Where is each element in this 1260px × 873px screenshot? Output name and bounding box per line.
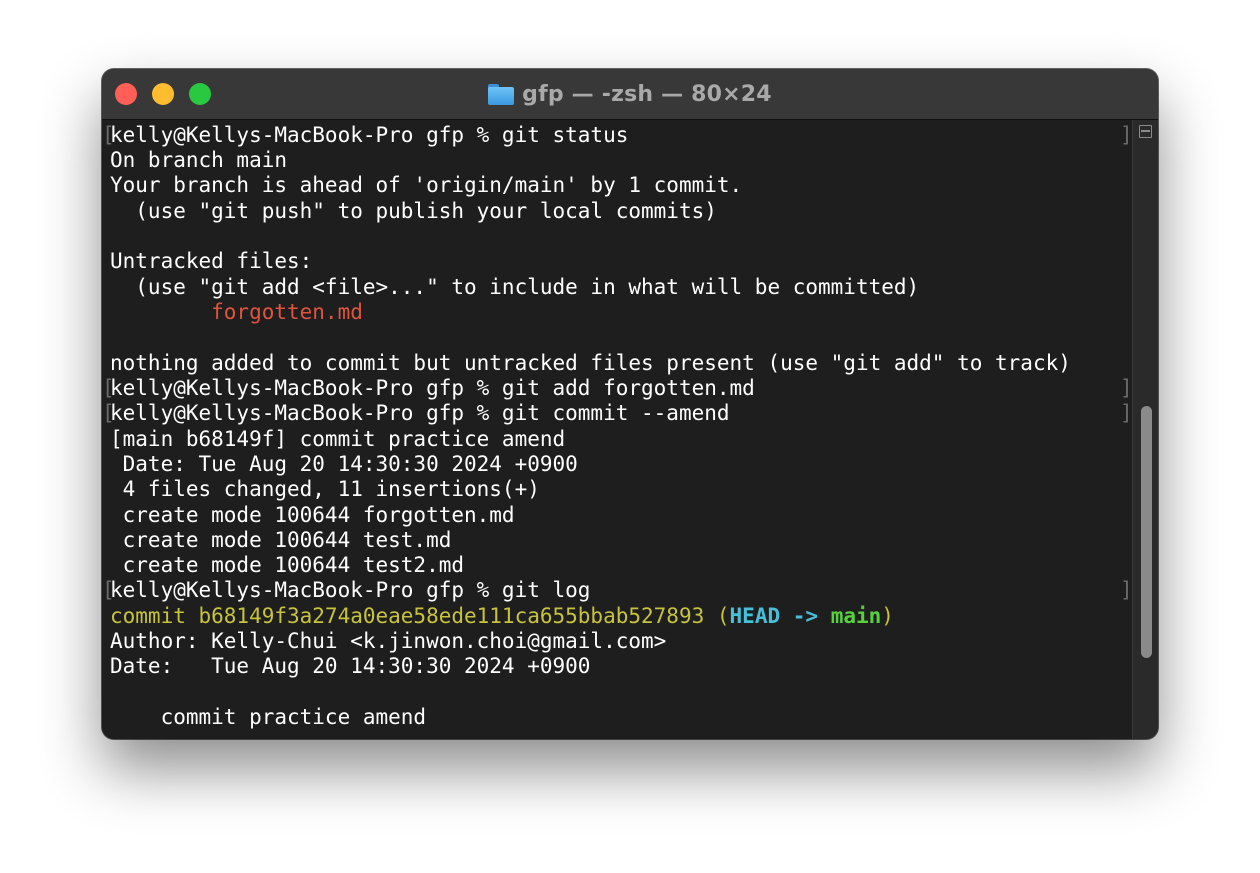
terminal-line: commit practice amend: [110, 705, 427, 729]
terminal-line: kelly@Kellys-MacBook-Pro gfp % git commi…: [110, 401, 730, 425]
prompt-mark-close: ]: [1120, 578, 1133, 602]
terminal-line: Untracked files:: [110, 249, 313, 273]
prompt-mark-close: ]: [1120, 401, 1133, 425]
terminal-line: kelly@Kellys-MacBook-Pro gfp % git add f…: [110, 376, 755, 400]
terminal-line: create mode 100644 test.md: [110, 528, 452, 552]
scrollbar[interactable]: [1132, 120, 1158, 739]
terminal-line: create mode 100644 forgotten.md: [110, 503, 515, 527]
prompt-mark-close: ]: [1120, 376, 1133, 400]
split-view-icon[interactable]: [1139, 125, 1152, 138]
untracked-file-line: forgotten.md: [110, 300, 363, 324]
ref-close-paren: ): [881, 604, 894, 628]
terminal-line: Date: Tue Aug 20 14:30:30 2024 +0900: [110, 452, 578, 476]
head-ref: HEAD ->: [729, 604, 831, 628]
terminal-line: On branch main: [110, 148, 288, 172]
terminal-line: (use "git add <file>..." to include in w…: [110, 275, 920, 299]
terminal-line: nothing added to commit but untracked fi…: [110, 351, 1071, 375]
ref-open-paren: (: [716, 604, 730, 628]
terminal-line: create mode 100644 test2.md: [110, 553, 465, 577]
terminal-line: kelly@Kellys-MacBook-Pro gfp % git statu…: [110, 123, 629, 147]
commit-hash: commit b68149f3a274a0eae58ede111ca655bba…: [110, 604, 717, 628]
title-bar[interactable]: gfp — -zsh — 80×24: [102, 69, 1158, 120]
terminal-line: Your branch is ahead of 'origin/main' by…: [110, 173, 743, 197]
terminal-line: Author: Kelly-Chui <k.jinwon.choi@gmail.…: [110, 629, 667, 653]
terminal-line: [main b68149f] commit practice amend: [110, 427, 566, 451]
scrollbar-thumb[interactable]: [1141, 406, 1152, 658]
terminal-output[interactable]: [ [ [ [ ] ] ] ] kelly@Kellys-MacBook-Pro…: [102, 120, 1133, 739]
branch-ref: main: [830, 604, 882, 628]
terminal-line: 4 files changed, 11 insertions(+): [110, 477, 540, 501]
log-commit-line: commit b68149f3a274a0eae58ede111ca655bba…: [110, 604, 894, 629]
prompt-mark-close: ]: [1120, 123, 1133, 147]
window-title-wrap: gfp — -zsh — 80×24: [102, 69, 1158, 119]
folder-icon: [488, 83, 515, 105]
terminal-line: Date: Tue Aug 20 14:30:30 2024 +0900: [110, 654, 591, 678]
terminal-window: gfp — -zsh — 80×24 [ [ [ [ ] ] ] ] kelly…: [102, 69, 1158, 739]
terminal-line: (use "git push" to publish your local co…: [110, 199, 717, 223]
window-title: gfp — -zsh — 80×24: [522, 81, 772, 107]
terminal-line: kelly@Kellys-MacBook-Pro gfp % git log: [110, 578, 591, 602]
